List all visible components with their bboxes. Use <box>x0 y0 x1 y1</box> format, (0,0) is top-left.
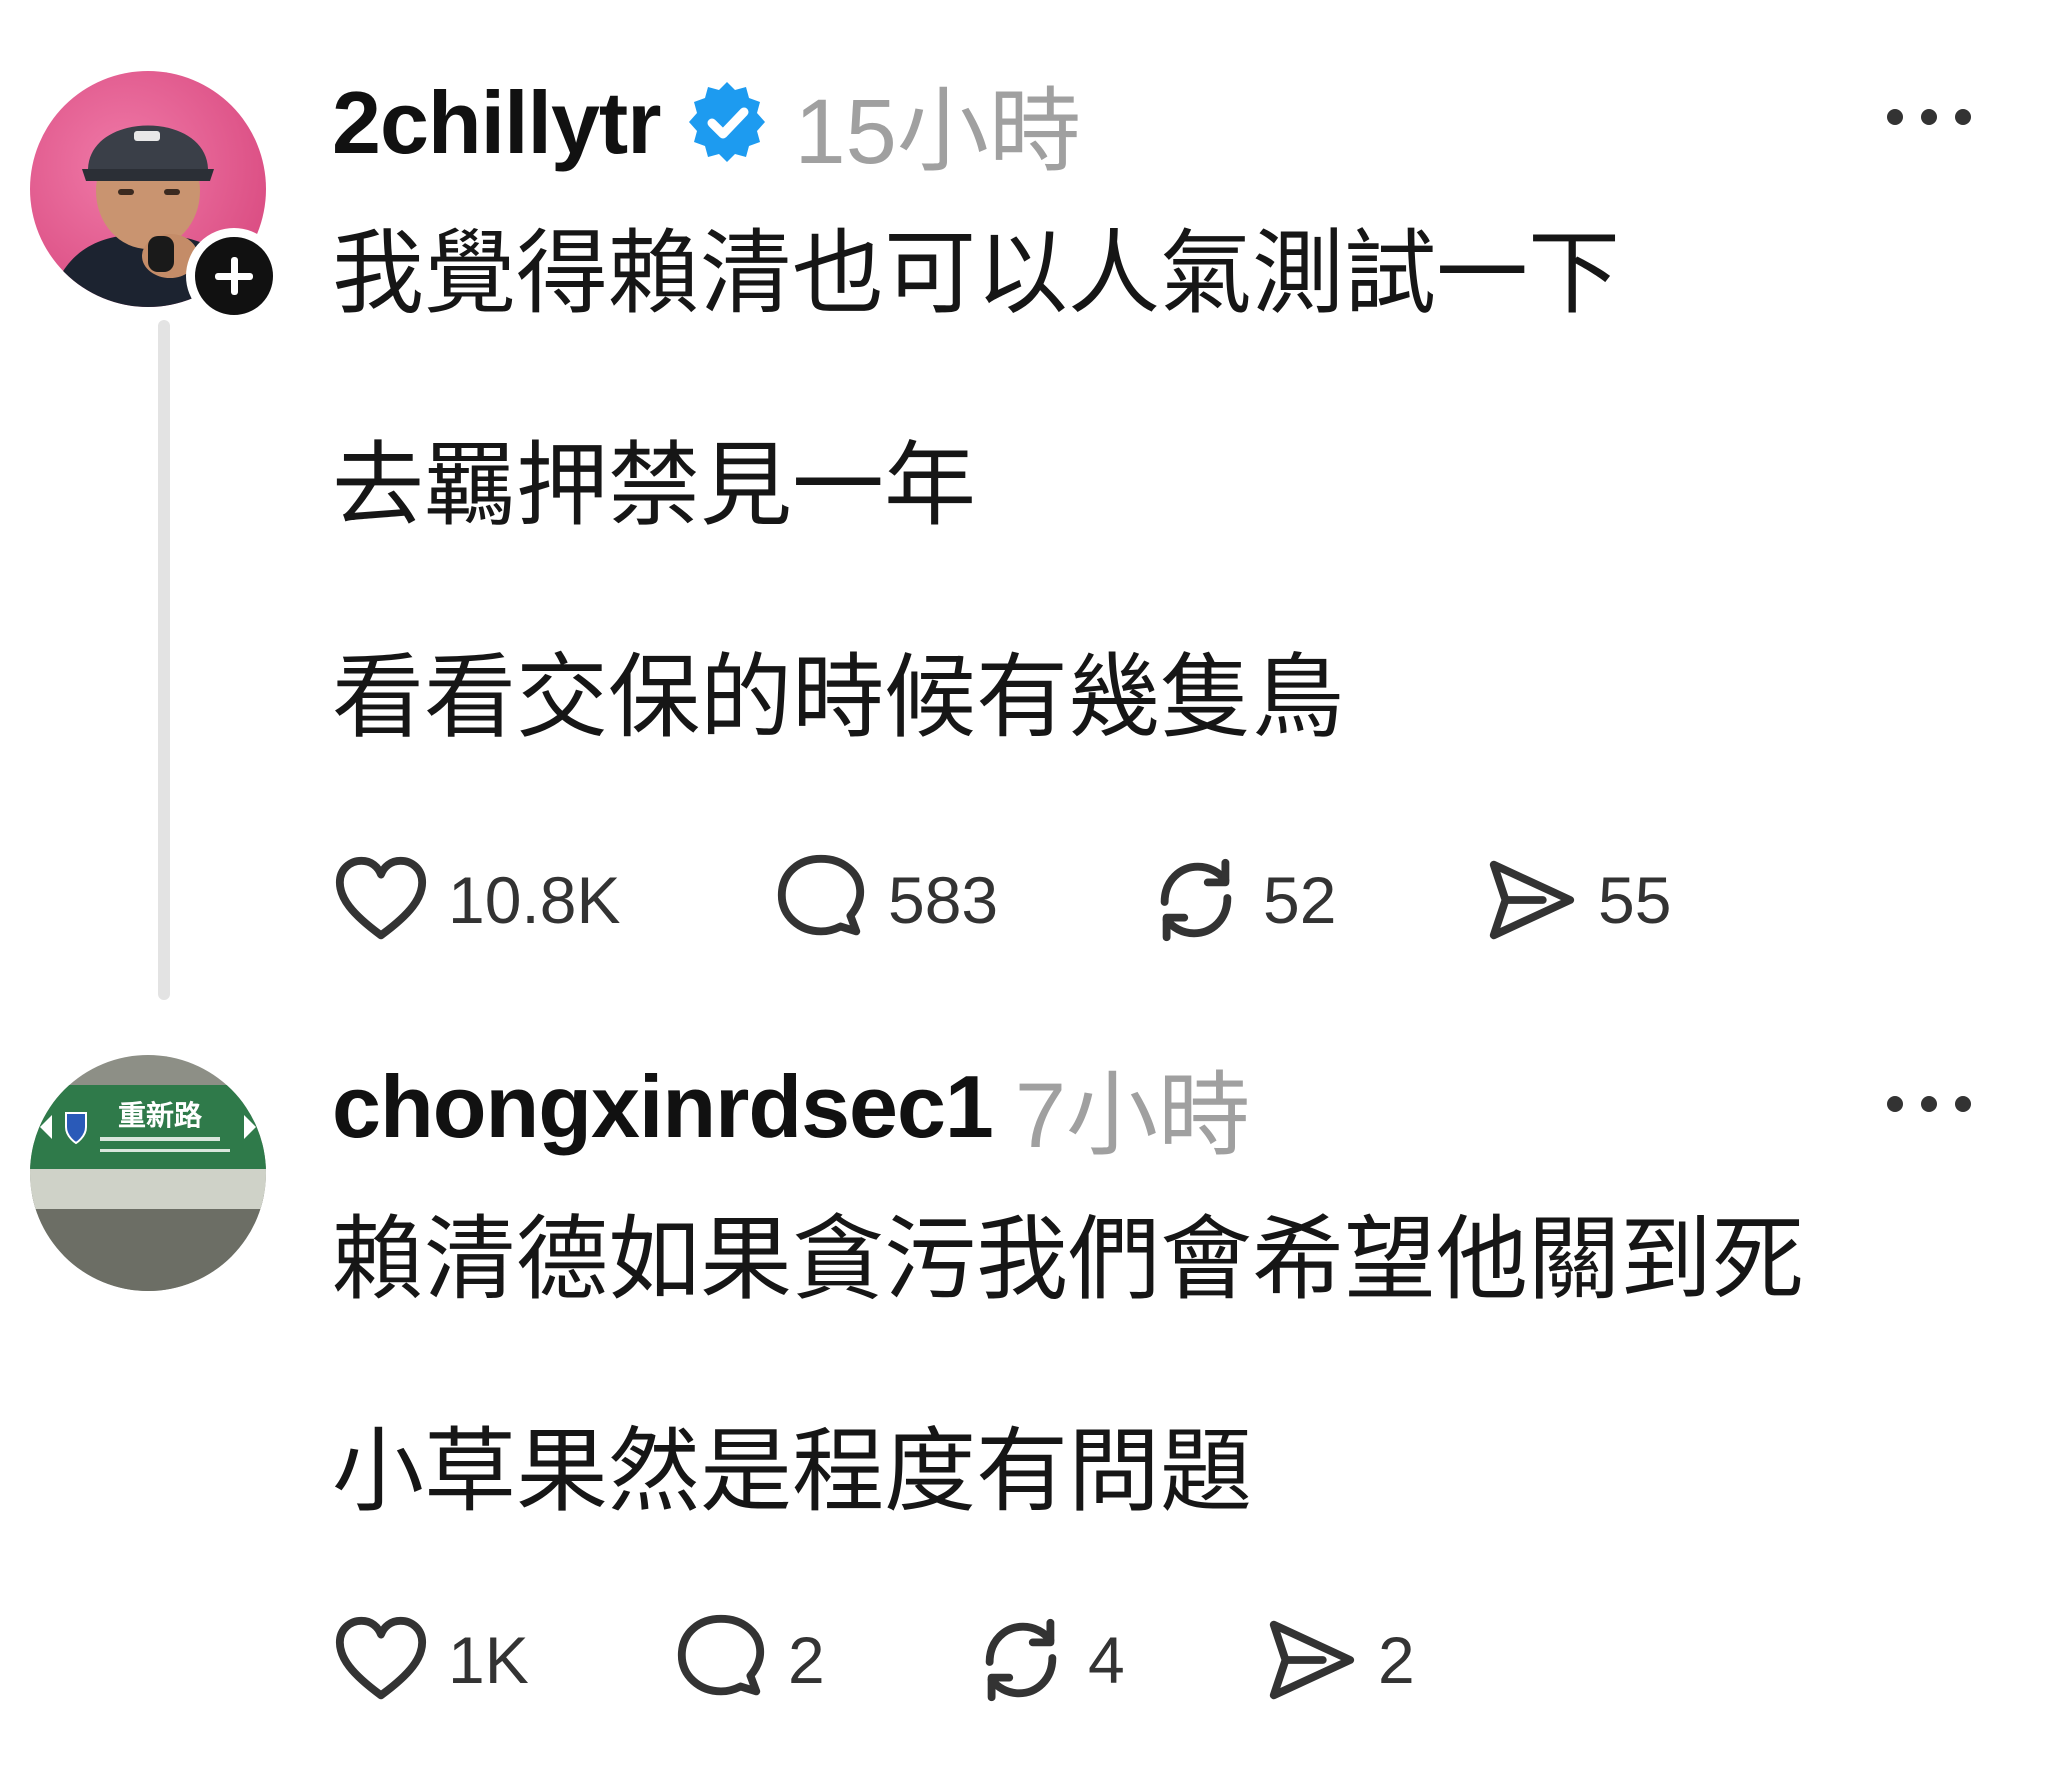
repost-count: 4 <box>1088 1623 1125 1697</box>
user-avatar[interactable]: 重新路 <box>30 1055 266 1291</box>
post-text-line: 賴清德如果貪污我們會希望他關到死 <box>332 1209 1805 1311</box>
repost-icon <box>985 1618 1057 1702</box>
ellipsis-icon[interactable] <box>1885 105 1973 129</box>
like-button[interactable]: 10.8K <box>332 850 620 950</box>
comment-icon <box>777 854 865 936</box>
share-count: 55 <box>1598 863 1672 937</box>
action-bar: 10.8K 583 52 55 <box>332 850 1932 950</box>
action-bar: 1K 2 4 2 <box>332 1610 1932 1710</box>
post-text-line: 我覺得賴清也可以人氣測試一下 <box>332 223 1621 325</box>
like-count: 10.8K <box>448 863 621 937</box>
heart-icon <box>335 1616 427 1700</box>
comment-icon <box>677 1614 765 1696</box>
send-icon <box>1269 1620 1355 1700</box>
thread-line <box>158 320 170 1000</box>
thread-post: 重新路 chongxinrdsec1 7小時 賴清德如果貪污我們會希望他關到死 … <box>0 1000 2048 1766</box>
plus-icon <box>215 257 253 295</box>
reply-button[interactable]: 2 <box>672 1610 825 1710</box>
repost-count: 52 <box>1263 863 1337 937</box>
repost-icon <box>1160 858 1232 942</box>
share-button[interactable]: 2 <box>1262 1610 1415 1710</box>
verified-badge-icon <box>689 82 766 162</box>
post-header: 2chillytr 15小時 <box>332 68 1081 183</box>
ellipsis-icon[interactable] <box>1885 1092 1973 1116</box>
post-text-line: 看看交保的時候有幾隻鳥 <box>332 647 1345 749</box>
repost-button[interactable]: 52 <box>1147 850 1336 950</box>
timestamp: 15小時 <box>794 80 1081 183</box>
reply-count: 2 <box>788 1623 825 1697</box>
like-button[interactable]: 1K <box>332 1610 529 1710</box>
thread-post: 2chillytr 15小時 我覺得賴清也可以人氣測試一下 去羈押禁見一年 看看… <box>0 0 2048 1000</box>
post-header: chongxinrdsec1 7小時 <box>332 1052 1250 1167</box>
follow-button[interactable] <box>186 228 282 324</box>
heart-icon <box>335 856 427 940</box>
reply-button[interactable]: 583 <box>772 850 998 950</box>
reply-count: 583 <box>888 863 999 937</box>
like-count: 1K <box>448 1623 529 1697</box>
street-sign-text: 重新路 <box>118 1099 203 1132</box>
username[interactable]: chongxinrdsec1 <box>332 1056 994 1158</box>
post-text-line: 小草果然是程度有問題 <box>332 1421 1253 1523</box>
send-icon <box>1489 860 1575 940</box>
username[interactable]: 2chillytr <box>332 72 661 174</box>
post-text-line: 去羈押禁見一年 <box>332 435 977 537</box>
share-button[interactable]: 55 <box>1482 850 1671 950</box>
timestamp: 7小時 <box>1014 1064 1251 1167</box>
share-count: 2 <box>1378 1623 1415 1697</box>
repost-button[interactable]: 4 <box>972 1610 1125 1710</box>
street-sign-avatar-icon: 重新路 <box>30 1055 266 1291</box>
